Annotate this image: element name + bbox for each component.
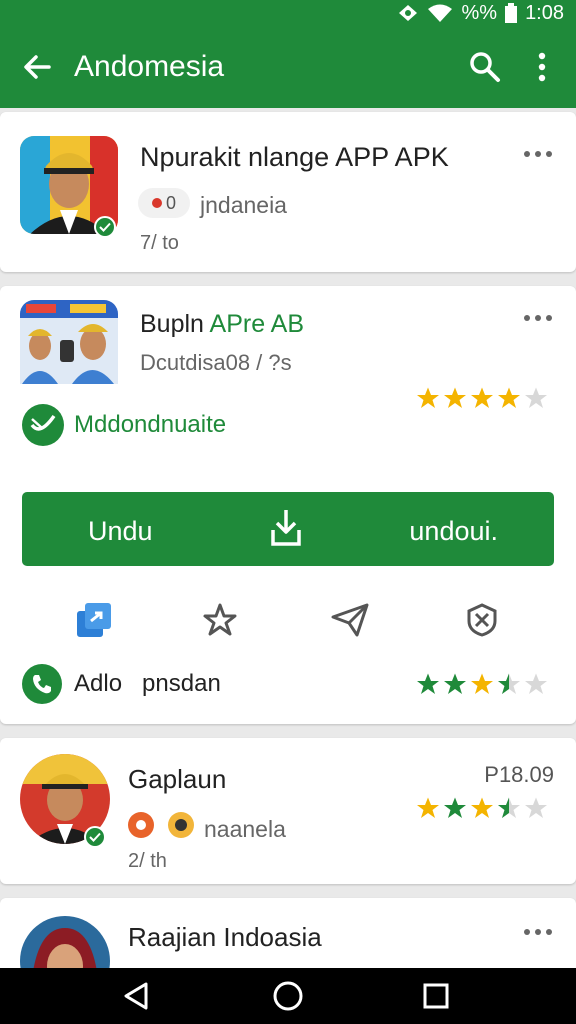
app-meta: 2/ th	[128, 850, 167, 872]
app-subtitle: Dcutdisa08 / ?s	[140, 350, 292, 375]
nav-home-button[interactable]	[248, 968, 328, 1024]
clock: 1:08	[525, 1, 564, 24]
contact-value: pnsdan	[142, 670, 221, 697]
app-list: Npurakit nlange APP APK 0 jndaneia 7/ to	[0, 108, 576, 968]
price-label: P18.09	[484, 762, 554, 787]
star-icon	[444, 387, 466, 408]
rating-stars	[416, 386, 548, 410]
app-chips	[128, 812, 194, 838]
orange-record-icon	[128, 812, 154, 838]
download-label-right: undoui.	[409, 516, 498, 546]
shield-x-icon	[467, 603, 497, 637]
verified-shield-icon	[22, 404, 64, 446]
star-icon	[498, 387, 520, 408]
notification-icon	[397, 3, 419, 23]
star-half-icon	[498, 797, 520, 818]
send-button[interactable]	[328, 598, 372, 642]
page-title: Andomesia	[74, 50, 225, 83]
verified-label: Mddondnuaite	[74, 411, 227, 438]
more-options-button[interactable]	[518, 922, 558, 942]
star-icon	[417, 797, 439, 818]
favorite-button[interactable]	[198, 598, 242, 642]
verified-row: Mddondnuaite	[22, 404, 226, 446]
app-avatar	[20, 916, 110, 968]
contact-label: Adlo	[74, 670, 123, 697]
rating-stars	[416, 796, 548, 820]
verified-check-icon	[94, 216, 116, 238]
nav-back-button[interactable]	[96, 968, 176, 1024]
phone-icon	[22, 664, 62, 704]
app-subtitle: naanela	[204, 816, 286, 842]
star-icon	[417, 387, 439, 408]
report-button[interactable]	[460, 598, 504, 642]
battery-percent: %%	[461, 1, 498, 24]
star-icon	[471, 387, 493, 408]
star-icon	[525, 387, 547, 408]
star-icon	[471, 673, 493, 694]
system-nav-bar	[0, 968, 576, 1024]
contact-rating-stars	[416, 672, 548, 696]
star-icon	[525, 673, 547, 694]
contact-row[interactable]: Adlo pnsdan	[22, 664, 221, 704]
share-icon	[77, 603, 111, 637]
verified-check-icon	[84, 826, 106, 848]
app-title: Npurakit nlange APP APK	[140, 142, 449, 172]
app-title: Raajian Indoasia	[128, 922, 322, 952]
app-title: Bupln APre AB	[140, 310, 305, 338]
share-app-button[interactable]	[72, 598, 116, 642]
download-button[interactable]: Undu undoui.	[22, 492, 554, 566]
square-recents-icon	[423, 983, 449, 1009]
app-meta: 7/ to	[140, 232, 179, 254]
star-half-icon	[498, 673, 520, 694]
star-icon	[444, 797, 466, 818]
search-button[interactable]	[456, 26, 514, 108]
triangle-back-icon	[124, 982, 148, 1010]
wifi-icon	[427, 3, 453, 23]
featured-app-card: Bupln APre AB Dcutdisa08 / ?s Mddondnuai…	[0, 286, 576, 724]
more-options-button[interactable]	[518, 144, 558, 164]
app-chip: 0	[138, 188, 190, 218]
list-item[interactable]: Npurakit nlange APP APK 0 jndaneia 7/ to	[0, 112, 576, 272]
overflow-menu-button[interactable]	[514, 26, 570, 108]
back-button[interactable]	[0, 26, 74, 108]
app-bar: Andomesia	[0, 26, 576, 108]
app-subtitle: jndaneia	[200, 192, 287, 218]
battery-icon	[505, 3, 518, 23]
status-bar: %% 1:08	[0, 0, 576, 26]
star-icon	[417, 673, 439, 694]
more-vertical-icon	[538, 52, 546, 82]
star-icon	[471, 797, 493, 818]
download-icon	[270, 508, 302, 555]
list-item[interactable]: Raajian Indoasia	[0, 898, 576, 968]
app-title: Gaplaun	[128, 764, 227, 794]
star-outline-icon	[203, 603, 237, 636]
circle-home-icon	[273, 981, 303, 1011]
app-avatar	[20, 300, 118, 398]
download-label-left: Undu	[88, 516, 153, 546]
paper-plane-icon	[331, 603, 369, 637]
search-icon	[470, 52, 500, 82]
nav-recents-button[interactable]	[396, 968, 476, 1024]
list-item[interactable]: Gaplaun P18.09 naanela 2/ th	[0, 738, 576, 884]
record-icon	[151, 198, 162, 208]
star-icon	[444, 673, 466, 694]
arrow-left-icon	[24, 55, 51, 79]
star-icon	[525, 797, 547, 818]
emoji-icon	[168, 812, 194, 838]
more-options-button[interactable]	[518, 308, 558, 328]
